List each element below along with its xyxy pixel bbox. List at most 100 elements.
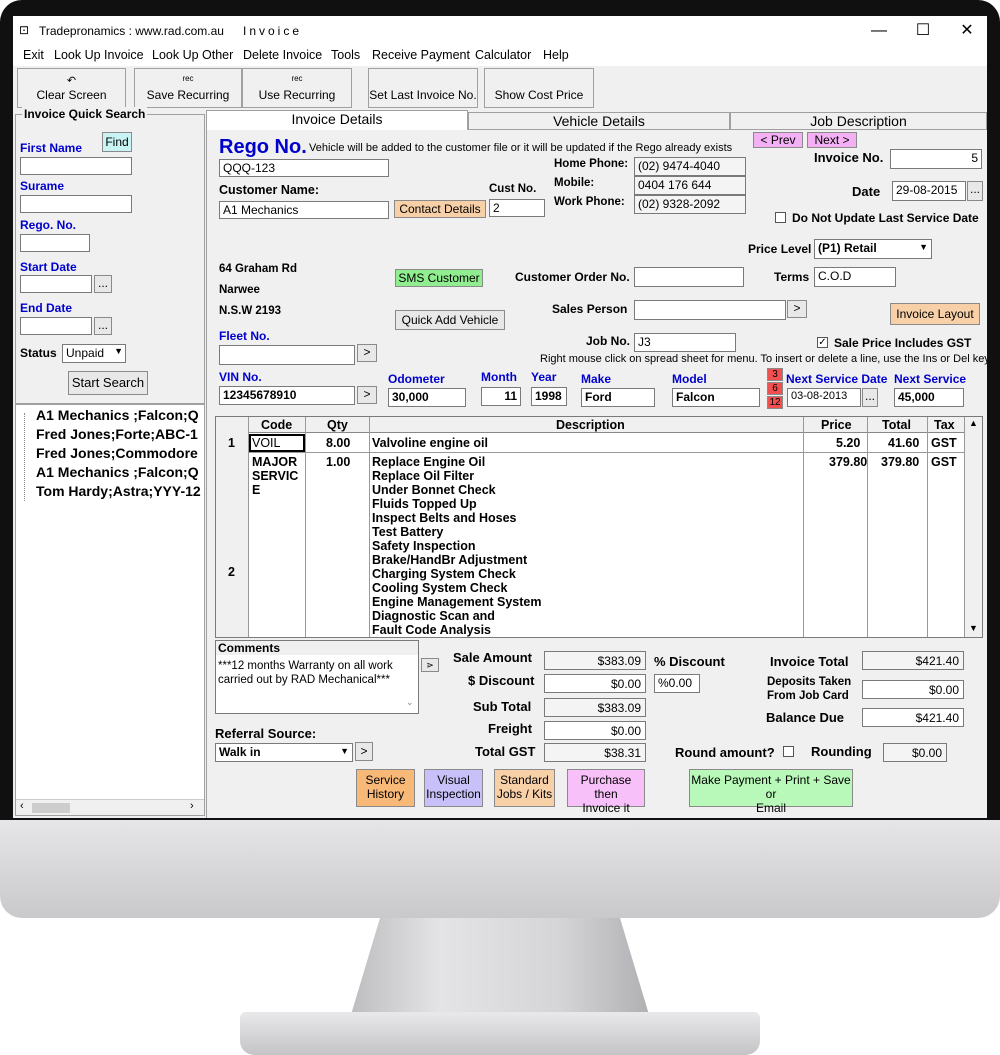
invoice-lines-grid[interactable]: Code Qty Description Price Total Tax 1 V… — [215, 416, 983, 638]
table-cell-description[interactable]: Replace Engine Oil Replace Oil Filter Un… — [372, 455, 802, 637]
invoice-layout-button[interactable]: Invoice Layout — [890, 303, 980, 325]
fleet-no-input[interactable] — [219, 345, 355, 365]
comments-lookup-button[interactable]: ⋗ — [421, 658, 439, 672]
list-item[interactable]: A1 Mechanics ;Falcon;Q — [36, 464, 199, 480]
table-cell-total[interactable]: 41.60 — [888, 436, 919, 450]
chevron-down-icon[interactable]: ⌄ — [406, 697, 414, 708]
table-cell-tax[interactable]: GST — [931, 436, 957, 450]
next-service-date-input[interactable]: 03-08-2013 — [787, 388, 861, 407]
make-payment-button[interactable]: Make Payment + Print + Save or Email — [689, 769, 853, 815]
start-date-input[interactable] — [20, 275, 92, 293]
menu-exit[interactable]: Exit — [23, 48, 44, 62]
customer-name-input[interactable]: A1 Mechanics — [219, 201, 389, 219]
menu-delete-invoice[interactable]: Delete Invoice — [243, 48, 322, 62]
comments-box[interactable]: Comments ***12 months Warranty on all wo… — [215, 640, 419, 714]
next-service-date-picker[interactable]: ... — [862, 388, 878, 407]
vertical-scrollbar[interactable]: ▲ ▼ — [965, 417, 982, 637]
discount-input[interactable]: $0.00 — [544, 674, 646, 693]
date-picker-button[interactable]: ... — [967, 181, 983, 201]
set-last-invoice-button[interactable]: Set Last Invoice No. — [368, 68, 478, 108]
service-interval-6-button[interactable]: 6 — [767, 382, 783, 395]
freight-input[interactable]: $0.00 — [544, 721, 646, 740]
scroll-left-icon[interactable]: ‹ — [20, 800, 24, 812]
tab-invoice-details[interactable]: Invoice Details — [206, 110, 468, 130]
make-input[interactable]: Ford — [581, 388, 655, 407]
contact-details-button[interactable]: Contact Details — [394, 200, 486, 218]
service-history-button[interactable]: Service History — [356, 769, 415, 807]
horizontal-scrollbar[interactable]: ‹ › — [16, 799, 204, 815]
service-interval-12-button[interactable]: 12 — [767, 396, 783, 409]
table-cell-price[interactable]: 379.80 — [829, 455, 867, 469]
tab-job-description[interactable]: Job Description — [730, 112, 987, 130]
save-recurring-button[interactable]: rec Save Recurring — [134, 68, 242, 108]
visual-inspection-button[interactable]: Visual Inspection — [424, 769, 483, 807]
invoice-no-input[interactable]: 5 — [890, 149, 982, 169]
terms-input[interactable]: C.O.D — [814, 267, 896, 287]
list-item[interactable]: Tom Hardy;Astra;YYY-12 — [36, 483, 201, 499]
menu-look-up-other[interactable]: Look Up Other — [152, 48, 233, 62]
show-cost-price-button[interactable]: Show Cost Price — [484, 68, 594, 108]
rego-input[interactable]: QQQ-123 — [219, 159, 389, 177]
list-item[interactable]: Fred Jones;Forte;ABC-1 — [36, 426, 198, 442]
table-cell-code[interactable]: MAJOR — [252, 455, 297, 469]
next-button[interactable]: Next > — [807, 132, 857, 148]
table-cell-code[interactable]: SERVIC — [252, 469, 298, 483]
start-date-picker-button[interactable]: ... — [94, 275, 112, 293]
month-input[interactable]: 11 — [481, 387, 521, 406]
find-button[interactable]: Find — [102, 132, 132, 152]
no-update-checkbox[interactable] — [775, 212, 786, 223]
start-search-button[interactable]: Start Search — [68, 371, 148, 395]
next-service-km-input[interactable]: 45,000 — [894, 388, 964, 407]
sales-person-lookup-button[interactable]: > — [787, 300, 807, 318]
scroll-up-icon[interactable]: ▲ — [969, 418, 978, 428]
referral-source-select[interactable]: Walk in ▼ — [215, 743, 353, 762]
referral-lookup-button[interactable]: > — [355, 742, 373, 761]
scroll-down-icon[interactable]: ▼ — [969, 623, 978, 633]
table-cell-qty[interactable]: 1.00 — [326, 455, 350, 469]
table-cell-description[interactable]: Valvoline engine oil — [372, 436, 488, 450]
sales-person-input[interactable] — [634, 300, 786, 320]
sms-customer-button[interactable]: SMS Customer — [395, 269, 483, 287]
tab-vehicle-details[interactable]: Vehicle Details — [468, 112, 730, 130]
round-amount-checkbox[interactable] — [783, 746, 794, 757]
table-cell-tax[interactable]: GST — [931, 455, 957, 469]
cust-no-input[interactable]: 2 — [489, 199, 545, 217]
end-date-input[interactable] — [20, 317, 92, 335]
comments-text[interactable]: ***12 months Warranty on all work carrie… — [218, 659, 404, 687]
prev-button[interactable]: < Prev — [753, 132, 803, 148]
odometer-input[interactable]: 30,000 — [388, 388, 466, 407]
end-date-picker-button[interactable]: ... — [94, 317, 112, 335]
date-input[interactable]: 29-08-2015 — [892, 181, 966, 201]
deposits-field[interactable]: $0.00 — [862, 680, 964, 699]
model-input[interactable]: Falcon — [672, 388, 760, 407]
menu-tools[interactable]: Tools — [331, 48, 360, 62]
minimize-button[interactable]: — — [859, 20, 899, 42]
rego-input[interactable] — [20, 234, 90, 252]
menu-calculator[interactable]: Calculator — [475, 48, 531, 62]
scrollbar-thumb[interactable] — [32, 803, 70, 813]
quick-add-vehicle-button[interactable]: Quick Add Vehicle — [395, 310, 505, 330]
table-cell-code[interactable]: VOIL — [252, 436, 281, 450]
service-interval-3-button[interactable]: 3 — [767, 368, 783, 381]
table-cell-total[interactable]: 379.80 — [881, 455, 919, 469]
surname-input[interactable] — [20, 195, 132, 213]
list-item[interactable]: A1 Mechanics ;Falcon;Q — [36, 407, 199, 423]
sale-price-gst-checkbox[interactable]: ✓ — [817, 337, 828, 348]
maximize-button[interactable]: ☐ — [903, 20, 943, 42]
menu-receive-payment[interactable]: Receive Payment — [372, 48, 470, 62]
purchase-then-invoice-button[interactable]: Purchase then Invoice it — [567, 769, 645, 815]
menu-help[interactable]: Help — [543, 48, 569, 62]
table-cell-code[interactable]: E — [252, 483, 260, 497]
table-cell-price[interactable]: 5.20 — [836, 436, 860, 450]
status-select[interactable]: Unpaid ▼ — [62, 344, 126, 363]
year-input[interactable]: 1998 — [531, 387, 567, 406]
job-no-input[interactable]: J3 — [634, 333, 736, 352]
fleet-lookup-button[interactable]: > — [357, 344, 377, 362]
first-name-input[interactable] — [20, 157, 132, 175]
close-button[interactable]: ✕ — [947, 20, 987, 42]
menu-look-up-invoice[interactable]: Look Up Invoice — [54, 48, 144, 62]
list-item[interactable]: Fred Jones;Commodore — [36, 445, 198, 461]
standard-jobs-button[interactable]: Standard Jobs / Kits — [494, 769, 555, 807]
clear-screen-button[interactable]: ↶ Clear Screen — [17, 68, 126, 108]
vin-lookup-button[interactable]: > — [357, 386, 377, 404]
